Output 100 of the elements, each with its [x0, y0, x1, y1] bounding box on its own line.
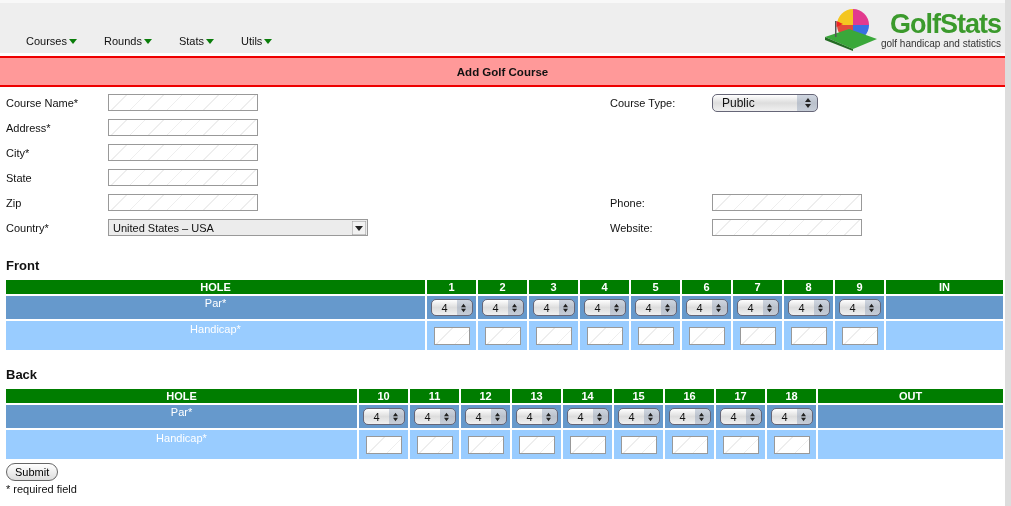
handicap-field[interactable] — [518, 435, 555, 454]
par-select[interactable]: 4 — [736, 299, 779, 316]
par-select[interactable]: 4 — [413, 408, 456, 425]
par-select[interactable]: 4 — [838, 299, 881, 316]
up-down-arrows-icon — [612, 302, 620, 313]
par-select[interactable]: 4 — [566, 408, 609, 425]
text-field[interactable] — [108, 94, 258, 111]
column-header: 10 — [359, 389, 408, 403]
par-select[interactable]: 4 — [583, 299, 626, 316]
logo-tagline: golf handicap and statistics — [880, 37, 1001, 49]
handicap-field[interactable] — [484, 326, 521, 345]
up-down-arrows-icon — [459, 302, 467, 313]
column-header: OUT — [818, 389, 1003, 403]
par-select[interactable]: 4 — [719, 408, 762, 425]
par-select[interactable]: 4 — [617, 408, 660, 425]
course-type-select[interactable]: Public — [712, 93, 818, 112]
text-field[interactable] — [108, 194, 258, 211]
handicap-field[interactable] — [637, 326, 674, 345]
column-header: 15 — [614, 389, 663, 403]
handicap-field[interactable] — [433, 326, 470, 345]
text-field[interactable] — [108, 119, 258, 136]
field-label: Phone: — [610, 196, 646, 209]
handicap-field[interactable] — [620, 435, 657, 454]
field-label: Website: — [610, 221, 654, 234]
menu-item[interactable]: Rounds — [103, 35, 152, 47]
up-down-arrows-icon — [510, 302, 518, 313]
up-down-arrows-icon — [442, 411, 450, 422]
column-header: 18 — [767, 389, 816, 403]
handicap-field[interactable] — [569, 435, 606, 454]
text-field[interactable] — [712, 194, 862, 211]
column-header: 7 — [733, 280, 782, 294]
handicap-field[interactable] — [586, 326, 623, 345]
logo-wordmark: GolfStats — [890, 9, 1001, 38]
handicap-field[interactable] — [535, 326, 572, 345]
submit-button[interactable]: Submit — [6, 463, 59, 481]
par-select[interactable]: 4 — [464, 408, 507, 425]
text-field[interactable] — [712, 219, 862, 236]
column-header: 2 — [478, 280, 527, 294]
menu-item[interactable]: Utils — [240, 35, 273, 47]
par-select[interactable]: 4 — [430, 299, 473, 316]
par-select[interactable]: 4 — [787, 299, 830, 316]
field-label: State — [6, 171, 33, 184]
handicap-field[interactable] — [365, 435, 402, 454]
handicap-field[interactable] — [790, 326, 827, 345]
field-label: Address* — [6, 121, 52, 134]
handicap-field[interactable] — [722, 435, 759, 454]
column-header: 13 — [512, 389, 561, 403]
column-header: IN — [886, 280, 1003, 294]
section-heading: Back — [5, 366, 39, 383]
up-down-arrows-icon — [799, 411, 807, 422]
section-heading: Front — [5, 257, 41, 274]
field-label: Zip — [6, 196, 23, 209]
column-header: 14 — [563, 389, 612, 403]
menu-item[interactable]: Stats — [178, 35, 214, 47]
par-select[interactable]: 4 — [532, 299, 575, 316]
column-header: 1 — [427, 280, 476, 294]
row-label: Handicap* — [6, 430, 357, 459]
caret-icon — [264, 38, 273, 44]
up-down-arrows-icon — [867, 302, 875, 313]
country-dropdown[interactable]: United States – USA — [108, 219, 368, 236]
par-select[interactable]: 4 — [668, 408, 711, 425]
column-header: HOLE — [6, 389, 357, 403]
column-header: 6 — [682, 280, 731, 294]
handicap-field[interactable] — [739, 326, 776, 345]
caret-icon — [205, 38, 214, 44]
par-select[interactable]: 4 — [515, 408, 558, 425]
par-select[interactable]: 4 — [362, 408, 405, 425]
up-down-arrows-icon — [765, 302, 773, 313]
menu-item[interactable]: Courses — [26, 35, 77, 47]
page-title: Add Golf Course — [0, 56, 1005, 87]
handicap-field[interactable] — [841, 326, 878, 345]
column-header: 16 — [665, 389, 714, 403]
caret-icon — [143, 38, 152, 44]
par-select[interactable]: 4 — [634, 299, 677, 316]
field-label: Country* — [6, 221, 50, 234]
par-select[interactable]: 4 — [770, 408, 813, 425]
row-label: Handicap* — [6, 321, 425, 350]
column-header: 9 — [835, 280, 884, 294]
text-field[interactable] — [108, 144, 258, 161]
handicap-field[interactable] — [671, 435, 708, 454]
handicap-field[interactable] — [688, 326, 725, 345]
par-select[interactable]: 4 — [481, 299, 524, 316]
up-down-arrows-icon — [493, 411, 501, 422]
column-header: 11 — [410, 389, 459, 403]
text-field[interactable] — [108, 169, 258, 186]
par-select[interactable]: 4 — [685, 299, 728, 316]
field-label: Course Name* — [6, 96, 80, 109]
up-down-arrows-icon — [595, 411, 603, 422]
handicap-field[interactable] — [467, 435, 504, 454]
caret-icon — [68, 38, 77, 44]
handicap-field[interactable] — [416, 435, 453, 454]
up-down-arrows-icon — [714, 302, 722, 313]
required-note: * required field — [5, 483, 78, 495]
field-label: City* — [6, 146, 31, 159]
column-header: 3 — [529, 280, 578, 294]
row-label: Par* — [6, 296, 425, 319]
golf-course-logo-icon — [822, 7, 879, 51]
column-header: HOLE — [6, 280, 425, 294]
handicap-field[interactable] — [773, 435, 810, 454]
column-header: 17 — [716, 389, 765, 403]
